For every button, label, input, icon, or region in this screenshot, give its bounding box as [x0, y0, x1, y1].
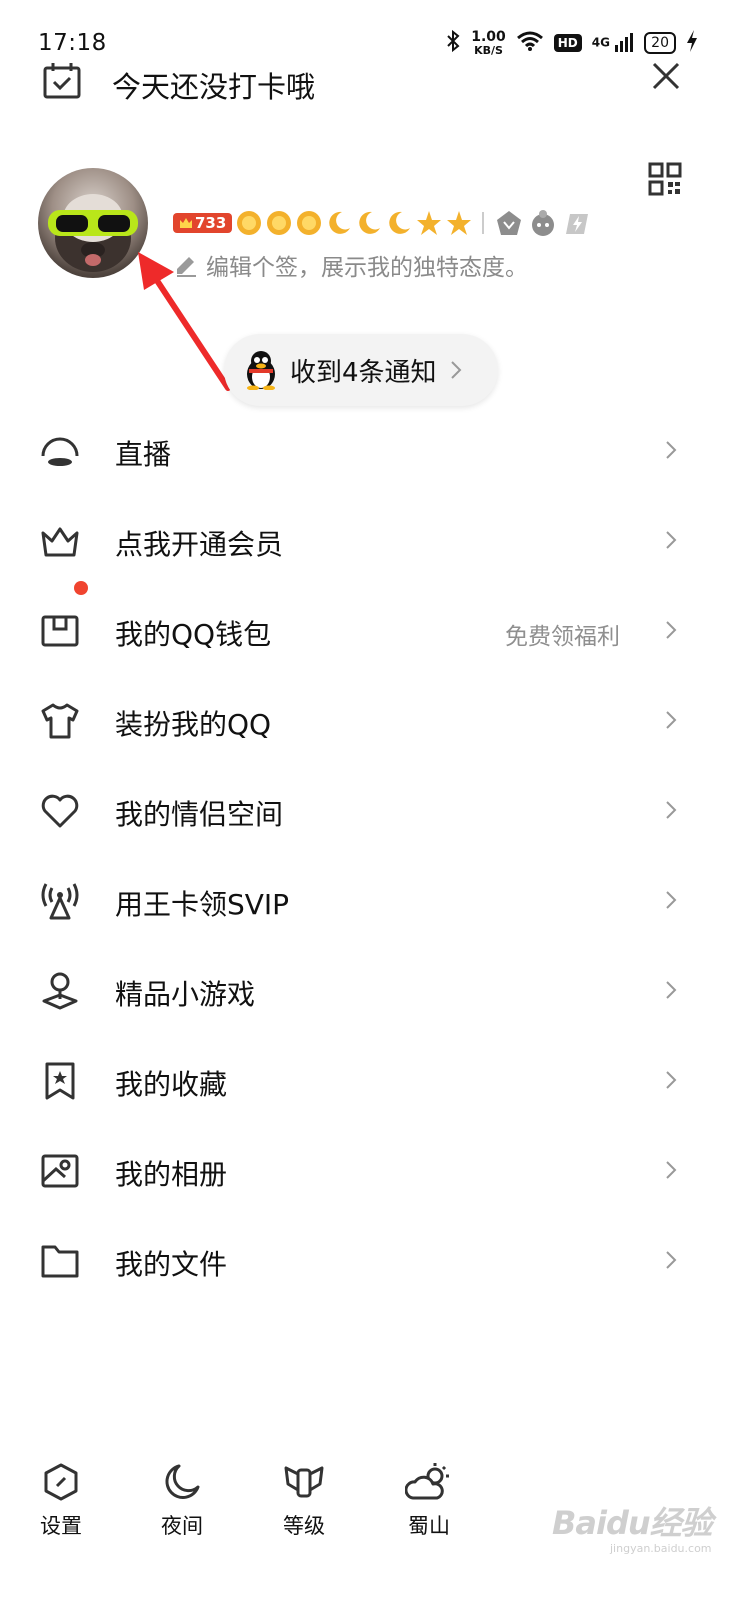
network-speed: 1.00 KB/S — [471, 29, 506, 57]
network-speed-value: 1.00 — [471, 29, 506, 45]
bottom-label: 设置 — [40, 1514, 82, 1538]
bottom-label: 夜间 — [161, 1514, 203, 1538]
chevron-right-icon — [666, 801, 677, 819]
chevron-right-icon — [666, 891, 677, 909]
chevron-right-icon — [666, 1161, 677, 1179]
svip-badge-icon — [532, 210, 555, 236]
menu-item-wangka-svip[interactable]: 用王卡领SVIP — [0, 855, 738, 945]
qr-code-icon[interactable] — [648, 162, 682, 200]
annotation-arrow — [130, 250, 240, 399]
status-time: 17:18 — [38, 30, 107, 56]
close-icon[interactable] — [650, 60, 682, 96]
lightning-badge-icon — [566, 214, 589, 234]
chevron-right-icon — [666, 1251, 677, 1269]
menu-item-wallet[interactable]: 我的QQ钱包 免费领福利 — [0, 581, 738, 675]
cellular-signal: 4G — [592, 33, 634, 53]
menu-item-couple-space[interactable]: 我的情侣空间 — [0, 765, 738, 855]
qq-penguin-icon — [247, 351, 275, 390]
bottom-label: 蜀山 — [408, 1514, 450, 1538]
calendar-check-icon[interactable] — [42, 61, 82, 105]
level-badges[interactable]: 733 — [173, 207, 592, 239]
sun-level-icon — [237, 211, 262, 235]
bottom-level-button[interactable]: 等级 — [269, 1462, 339, 1540]
chevron-right-icon — [450, 361, 461, 379]
sun-level-icon — [267, 211, 292, 235]
level-badge: 733 — [173, 213, 233, 233]
menu-item-files[interactable]: 我的文件 — [0, 1215, 738, 1305]
menu-item-label: 装扮我的QQ — [115, 708, 272, 741]
bottom-settings-button[interactable]: 设置 — [26, 1462, 96, 1540]
sun-level-icon — [297, 211, 322, 235]
network-speed-unit: KB/S — [474, 44, 503, 57]
watermark: Baidu经验 — [552, 1504, 713, 1542]
signature-placeholder: 编辑个签，展示我的独特态度。 — [206, 255, 528, 281]
notification-dot — [74, 581, 88, 595]
menu-item-label: 精品小游戏 — [115, 978, 256, 1011]
star-level-icon — [417, 211, 442, 235]
menu-item-label: 点我开通会员 — [115, 528, 284, 561]
heart-icon — [41, 794, 79, 828]
charging-icon — [686, 30, 698, 56]
menu-item-album[interactable]: 我的相册 — [0, 1125, 738, 1215]
moon-level-icon — [329, 211, 351, 234]
wifi-icon — [516, 30, 544, 56]
game-icon — [42, 972, 78, 1010]
chevron-right-icon — [666, 531, 677, 549]
crown-small-icon — [180, 218, 192, 228]
menu-item-label: 我的相册 — [115, 1158, 228, 1191]
notification-text: 收到4条通知 — [290, 357, 437, 388]
menu-item-label: 我的文件 — [115, 1248, 228, 1281]
moon-level-icon — [359, 211, 381, 234]
status-bar: 17:18 1.00 KB/S HD 4G 20 — [0, 0, 738, 62]
notification-pill[interactable]: 收到4条通知 — [224, 334, 498, 406]
badge-separator — [482, 212, 485, 234]
bottom-night-button[interactable]: 夜间 — [147, 1462, 217, 1540]
battery-indicator: 20 — [644, 32, 676, 54]
folder-icon — [41, 1245, 79, 1278]
menu-item-membership[interactable]: 点我开通会员 — [0, 495, 738, 585]
settings-icon — [44, 1463, 78, 1501]
hd-badge: HD — [553, 34, 582, 52]
chevron-right-icon — [666, 441, 677, 459]
menu-item-favorites[interactable]: 我的收藏 — [0, 1035, 738, 1125]
menu-item-label: 我的收藏 — [115, 1068, 228, 1101]
menu-item-label: 用王卡领SVIP — [115, 888, 290, 921]
chevron-right-icon — [666, 711, 677, 729]
menu-item-mini-games[interactable]: 精品小游戏 — [0, 945, 738, 1035]
chevron-right-icon — [666, 981, 677, 999]
bookmark-star-icon — [45, 1062, 75, 1100]
menu-item-hint: 免费领福利 — [505, 624, 620, 650]
moon-level-icon — [389, 211, 411, 234]
moon-icon — [165, 1464, 200, 1499]
checkin-prompt[interactable]: 今天还没打卡哦 — [112, 64, 315, 106]
crown-icon — [41, 527, 79, 557]
bottom-weather-button[interactable]: 蜀山 — [394, 1462, 464, 1540]
bottom-label: 等级 — [283, 1514, 325, 1538]
chevron-right-icon — [666, 621, 677, 639]
chevron-right-icon — [666, 1071, 677, 1089]
bluetooth-icon — [445, 29, 461, 57]
weather-icon — [405, 1463, 449, 1500]
watermark-url: jingyan.baidu.com — [610, 1542, 712, 1555]
menu-item-label: 我的情侣空间 — [115, 798, 284, 831]
vip-badge-icon — [497, 211, 522, 235]
wallet-icon — [41, 615, 79, 647]
tshirt-icon — [41, 703, 79, 739]
live-icon — [41, 437, 79, 466]
menu-item-label: 直播 — [115, 438, 172, 471]
star-level-icon — [447, 211, 472, 235]
album-icon — [41, 1154, 79, 1188]
menu-item-dressup[interactable]: 装扮我的QQ — [0, 675, 738, 765]
level-wings-icon — [284, 1466, 324, 1498]
network-type: 4G — [591, 35, 610, 50]
menu-item-live[interactable]: 直播 — [0, 405, 738, 495]
antenna-icon — [41, 883, 79, 920]
menu-item-label: 我的QQ钱包 — [115, 618, 272, 651]
status-icons: 1.00 KB/S HD 4G 20 — [445, 28, 698, 58]
level-value: 733 — [195, 214, 227, 232]
